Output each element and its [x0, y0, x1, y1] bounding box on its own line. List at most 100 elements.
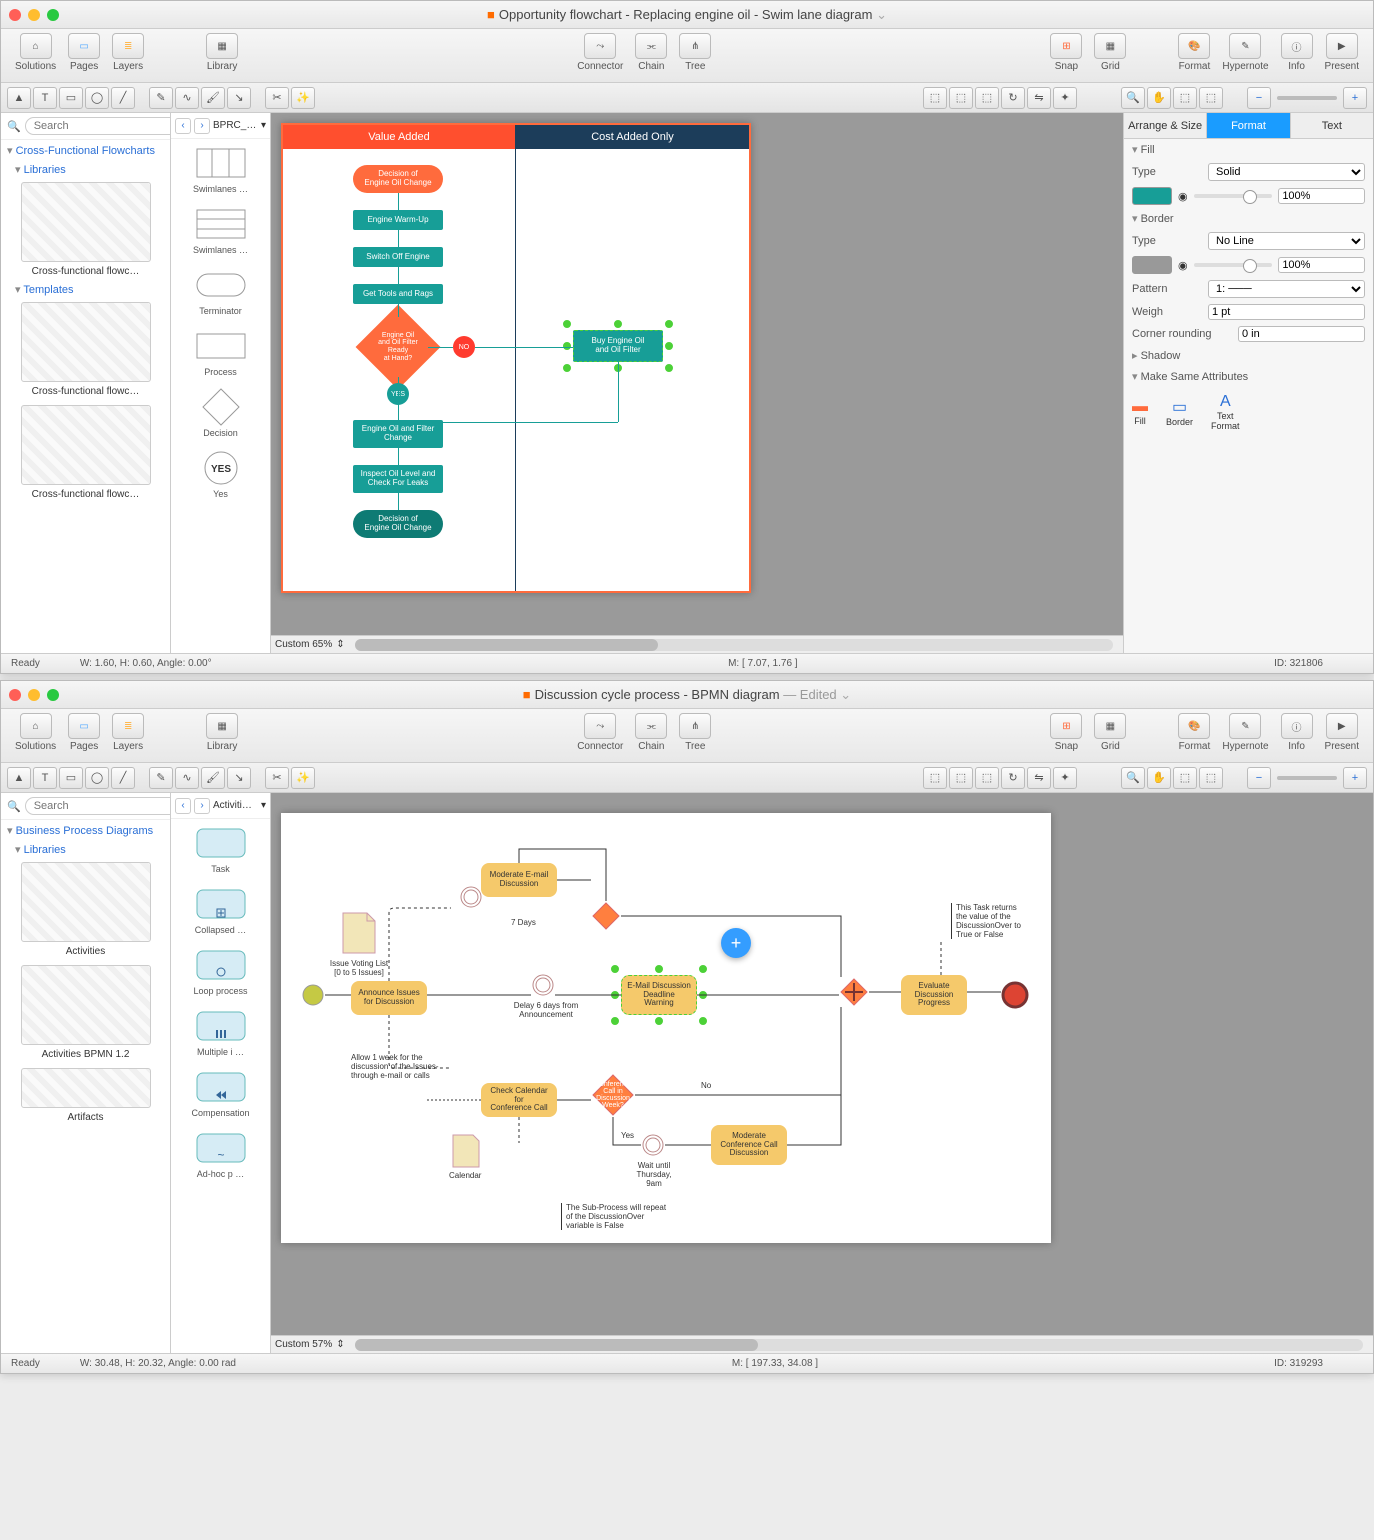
info-button[interactable]: ⓘInfo	[1281, 713, 1313, 752]
zoom-level[interactable]: Custom 57%	[275, 1339, 332, 1350]
fill-opacity-slider[interactable]	[1194, 194, 1273, 198]
shape-yes[interactable]: YESYes	[171, 444, 270, 505]
expand-icon[interactable]: ▾	[261, 120, 266, 131]
canvas[interactable]: Issue Voting List [0 to 5 Issues] Announ…	[271, 793, 1373, 1353]
expand-icon[interactable]: ▾	[261, 800, 266, 811]
zoom-slider[interactable]	[1277, 776, 1337, 780]
minimize-icon[interactable]	[28, 9, 40, 21]
zoom-icon[interactable]	[47, 689, 59, 701]
curve-tool[interactable]: ∿	[175, 87, 199, 109]
node-tools[interactable]: Get Tools and Rags	[353, 284, 443, 304]
zoom-out-icon[interactable]: −	[1247, 767, 1271, 789]
lib-item[interactable]: Cross-functional flowc…	[1, 178, 170, 281]
tab-text[interactable]: Text	[1291, 113, 1373, 138]
lane-cost-added[interactable]: Cost Added Only	[516, 125, 749, 149]
titlebar[interactable]: ■Opportunity flowchart - Replacing engin…	[1, 1, 1373, 29]
rotate-tool[interactable]: ↻	[1001, 767, 1025, 789]
shape-collapsed[interactable]: Collapsed …	[171, 880, 270, 941]
node-no[interactable]: NO	[453, 336, 475, 358]
minimize-icon[interactable]	[28, 689, 40, 701]
shape-adhoc[interactable]: ~Ad-hoc p …	[171, 1124, 270, 1185]
forward-icon[interactable]: ›	[194, 798, 210, 814]
layers-button[interactable]: ≣Layers	[112, 33, 144, 72]
end-event[interactable]	[1001, 981, 1029, 1009]
same-fill-button[interactable]: ▬Fill	[1132, 398, 1148, 426]
fill-section[interactable]: Fill	[1124, 139, 1373, 160]
lib-activities-12[interactable]: Activities BPMN 1.2	[1, 961, 170, 1064]
eraser-tool[interactable]: ✂	[265, 87, 289, 109]
grid-button[interactable]: ▦Grid	[1094, 33, 1126, 72]
snap-button[interactable]: ⊞Snap	[1050, 713, 1082, 752]
distribute-tool[interactable]: ⬚	[949, 87, 973, 109]
border-type-select[interactable]: No Line	[1208, 232, 1365, 250]
fit-tool[interactable]: ⬚	[1173, 87, 1197, 109]
add-button[interactable]: +	[721, 928, 751, 958]
search-input[interactable]	[25, 797, 171, 815]
pointer-tool[interactable]: ▲	[7, 87, 31, 109]
h-scrollbar[interactable]	[355, 639, 1113, 651]
lib-artifacts[interactable]: Artifacts	[1, 1064, 170, 1127]
node-start[interactable]: Decision of Engine Oil Change	[353, 165, 443, 193]
template-item[interactable]: Cross-functional flowc…	[1, 401, 170, 504]
task-evaluate[interactable]: Evaluate Discussion Progress	[901, 975, 967, 1015]
close-icon[interactable]	[9, 689, 21, 701]
pan-tool[interactable]: ✋	[1147, 87, 1171, 109]
format-button[interactable]: 🎨Format	[1178, 33, 1210, 72]
pointer-tool[interactable]: ▲	[7, 767, 31, 789]
connector-tool[interactable]: ↘	[227, 767, 251, 789]
brush-tool[interactable]: 🖌	[201, 87, 225, 109]
actual-tool[interactable]: ⬚	[1199, 767, 1223, 789]
brush-tool[interactable]: 🖌	[201, 767, 225, 789]
hypernote-button[interactable]: ✎Hypernote	[1222, 713, 1268, 752]
shape-swimlanes[interactable]: Swimlanes …	[171, 139, 270, 200]
settings-tool[interactable]: ✦	[1053, 87, 1077, 109]
gateway-decision[interactable]	[591, 1073, 635, 1117]
shape-swimlanes-h[interactable]: Swimlanes …	[171, 200, 270, 261]
libraries-header[interactable]: Libraries	[1, 161, 170, 178]
search-input[interactable]	[25, 117, 171, 135]
line-tool[interactable]: ╱	[111, 87, 135, 109]
zoom-slider[interactable]	[1277, 96, 1337, 100]
border-opacity-input[interactable]	[1278, 257, 1365, 273]
connector-button[interactable]: ⤳Connector	[577, 713, 623, 752]
color-picker-icon[interactable]: ◉	[1178, 259, 1188, 272]
rect-tool[interactable]: ▭	[59, 87, 83, 109]
section-cross-functional[interactable]: Cross-Functional Flowcharts	[1, 140, 170, 161]
canvas[interactable]: Value Added Cost Added Only Decision of …	[271, 113, 1123, 653]
color-picker-icon[interactable]: ◉	[1178, 190, 1188, 203]
lib-activities[interactable]: Activities	[1, 858, 170, 961]
shape-loop[interactable]: Loop process	[171, 941, 270, 1002]
actual-tool[interactable]: ⬚	[1199, 87, 1223, 109]
curve-tool[interactable]: ∿	[175, 767, 199, 789]
lane-value-added[interactable]: Value Added	[283, 125, 515, 149]
line-tool[interactable]: ╱	[111, 767, 135, 789]
forward-icon[interactable]: ›	[194, 118, 210, 134]
zoom-level[interactable]: Custom 65%	[275, 639, 332, 650]
pages-button[interactable]: ▭Pages	[68, 713, 100, 752]
library-button[interactable]: ▦Library	[206, 713, 238, 752]
shape-task[interactable]: Task	[171, 819, 270, 880]
template-item[interactable]: Cross-functional flowc…	[1, 298, 170, 401]
border-color[interactable]	[1132, 256, 1172, 274]
section-bpd[interactable]: Business Process Diagrams	[1, 820, 170, 841]
pages-button[interactable]: ▭Pages	[68, 33, 100, 72]
pen-tool[interactable]: ✎	[149, 87, 173, 109]
tree-button[interactable]: ⋔Tree	[679, 713, 711, 752]
pattern-select[interactable]: 1: ───	[1208, 280, 1365, 298]
align-tool[interactable]: ⬚	[923, 767, 947, 789]
task-moderate-email[interactable]: Moderate E-mail Discussion	[481, 863, 557, 897]
templates-header[interactable]: Templates	[1, 281, 170, 298]
zoom-icon[interactable]	[47, 9, 59, 21]
shapes-crumb[interactable]: BPRC_…	[213, 120, 258, 131]
flip-tool[interactable]: ⇋	[1027, 767, 1051, 789]
node-warmup[interactable]: Engine Warm-Up	[353, 210, 443, 230]
layers-button[interactable]: ≣Layers	[112, 713, 144, 752]
align-tool[interactable]: ⬚	[923, 87, 947, 109]
shape-compensation[interactable]: Compensation	[171, 1063, 270, 1124]
distribute-tool[interactable]: ⬚	[949, 767, 973, 789]
weight-input[interactable]	[1208, 304, 1365, 320]
ellipse-tool[interactable]: ◯	[85, 767, 109, 789]
solutions-button[interactable]: ⌂Solutions	[15, 33, 56, 72]
same-text-button[interactable]: AText Format	[1211, 393, 1240, 431]
tab-format[interactable]: Format	[1207, 113, 1290, 138]
